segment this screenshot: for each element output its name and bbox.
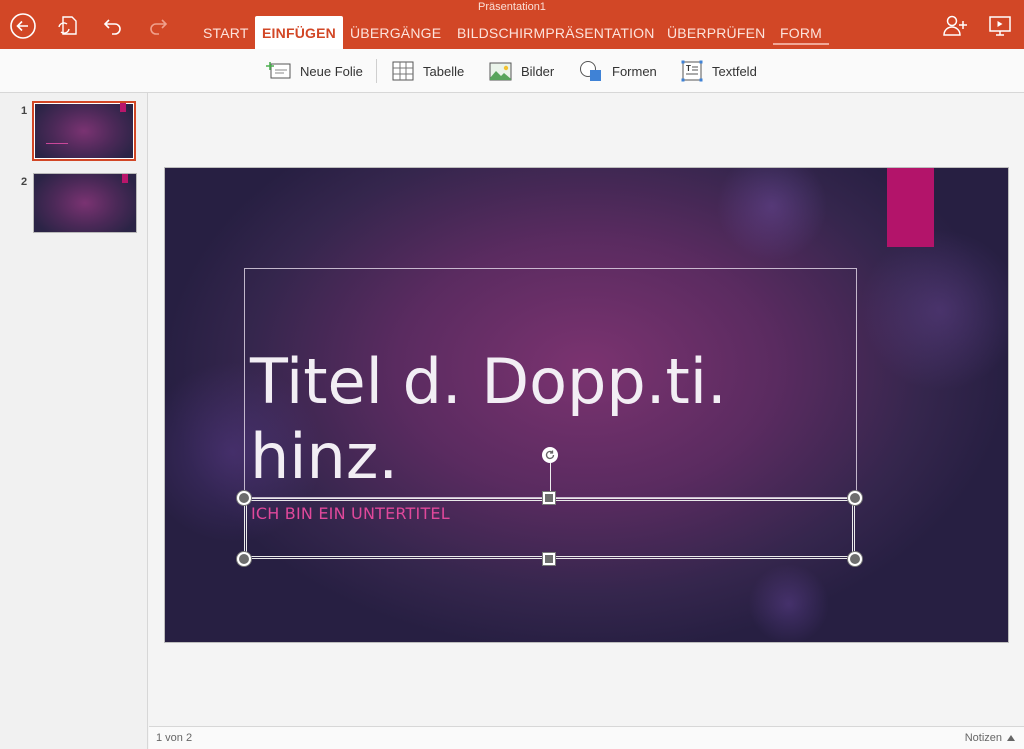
picture-icon — [489, 62, 512, 80]
resize-handle-bottom-right[interactable] — [848, 552, 862, 566]
sync-button[interactable] — [54, 12, 82, 40]
shapes-label: Formen — [612, 63, 657, 79]
rotation-handle[interactable] — [542, 447, 558, 463]
tab-einfuegen[interactable]: EINFÜGEN — [255, 16, 343, 49]
new-slide-button[interactable]: Neue Folie — [265, 59, 363, 83]
slide-thumbnail-2[interactable] — [33, 173, 137, 233]
table-button[interactable]: Tabelle — [392, 59, 464, 83]
textbox-icon: T — [681, 60, 703, 82]
redo-button[interactable] — [144, 12, 172, 40]
resize-handle-bottom-left[interactable] — [237, 552, 251, 566]
slide-thumbnail-pane: 1 2 — [0, 93, 148, 749]
pictures-button[interactable]: Bilder — [489, 59, 554, 83]
slide-subtitle[interactable]: ICH BIN EIN UNTERTITEL — [251, 504, 450, 523]
thumbnail-accent-tag — [122, 174, 128, 183]
insert-command-bar: Neue Folie Tabelle Bilder Formen T Textf… — [0, 49, 1024, 93]
undo-button[interactable] — [99, 12, 127, 40]
table-label: Tabelle — [423, 63, 465, 79]
tab-bildschirmpraesentation[interactable]: BILDSCHIRMPRÄSENTATION — [450, 16, 662, 49]
page-indicator: 1 von 2 — [156, 732, 193, 744]
redo-icon — [150, 19, 168, 35]
thumbnail-accent-tag — [120, 103, 126, 112]
present-button[interactable] — [986, 12, 1014, 40]
add-person-icon — [943, 15, 967, 36]
back-arrow-icon — [10, 13, 36, 39]
thumbnail-number: 1 — [21, 105, 28, 117]
caret-up-icon — [1007, 735, 1015, 741]
notes-button[interactable]: Notizen — [965, 732, 1016, 744]
back-button[interactable] — [9, 12, 37, 40]
resize-handle-top-left[interactable] — [237, 491, 251, 505]
sync-file-icon — [58, 16, 77, 35]
tab-form[interactable]: FORM — [773, 16, 830, 49]
ribbon-bar: Präsentation1 START EINFÜGEN ÜBERGÄNGE B… — [0, 0, 1024, 49]
share-button[interactable] — [941, 12, 969, 40]
status-bar: 1 von 2 Notizen — [149, 726, 1024, 749]
rotate-icon — [545, 450, 555, 460]
resize-handle-top[interactable] — [543, 492, 555, 504]
new-slide-icon — [266, 62, 291, 79]
shapes-icon — [580, 61, 601, 81]
slide-accent-tag — [887, 168, 934, 247]
tab-uebergaenge[interactable]: ÜBERGÄNGE — [343, 16, 448, 49]
tab-ueberpruefen[interactable]: ÜBERPRÜFEN — [660, 16, 772, 49]
shapes-button[interactable]: Formen — [579, 59, 657, 83]
slide-thumbnail-1[interactable] — [32, 101, 136, 161]
undo-icon — [103, 19, 121, 35]
pictures-label: Bilder — [521, 63, 555, 79]
textbox-button[interactable]: T Textfeld — [681, 59, 757, 83]
thumbnail-subtitle-line — [46, 143, 68, 144]
command-separator — [376, 59, 377, 83]
table-icon — [392, 61, 414, 81]
resize-handle-bottom[interactable] — [543, 553, 555, 565]
new-slide-label: Neue Folie — [300, 63, 363, 79]
textbox-label: Textfeld — [712, 63, 757, 79]
thumbnail-number: 2 — [21, 176, 28, 188]
tab-start[interactable]: START — [196, 16, 256, 49]
resize-handle-top-right[interactable] — [848, 491, 862, 505]
notes-label: Notizen — [964, 732, 1002, 744]
present-icon — [989, 16, 1011, 36]
slide-1[interactable]: Titel d. Dopp.ti. hinz. ICH BIN EIN UNTE… — [164, 167, 1009, 643]
svg-text:T: T — [686, 64, 691, 73]
